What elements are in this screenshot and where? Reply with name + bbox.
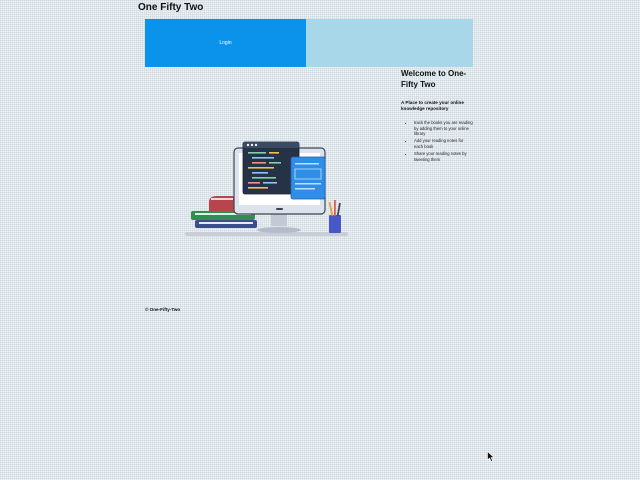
auth-tab-bar: Login [145, 19, 473, 67]
login-tab[interactable]: Login [145, 19, 306, 67]
feature-item: track the books you are reading by addin… [414, 120, 473, 137]
welcome-subtitle: A Place to create your online knowledge … [401, 100, 464, 111]
footer-copyright: © One-Fifty-Two [145, 307, 181, 312]
login-tab-label: Login [219, 40, 232, 46]
feature-list: track the books you are reading by addin… [401, 120, 473, 162]
feature-item: Share your reading notes by tweeting the… [414, 151, 473, 162]
desktop-books-illustration [185, 141, 348, 236]
welcome-title: Welcome to One-Fifty Two [401, 69, 467, 89]
mouse-cursor-icon [487, 451, 495, 462]
brand-title: One Fifty Two [138, 2, 204, 13]
welcome-panel: Welcome to One-Fifty Two A Place to crea… [401, 68, 473, 164]
secondary-tab[interactable] [306, 19, 473, 67]
feature-item: Add your reading notes for each book [414, 138, 473, 149]
